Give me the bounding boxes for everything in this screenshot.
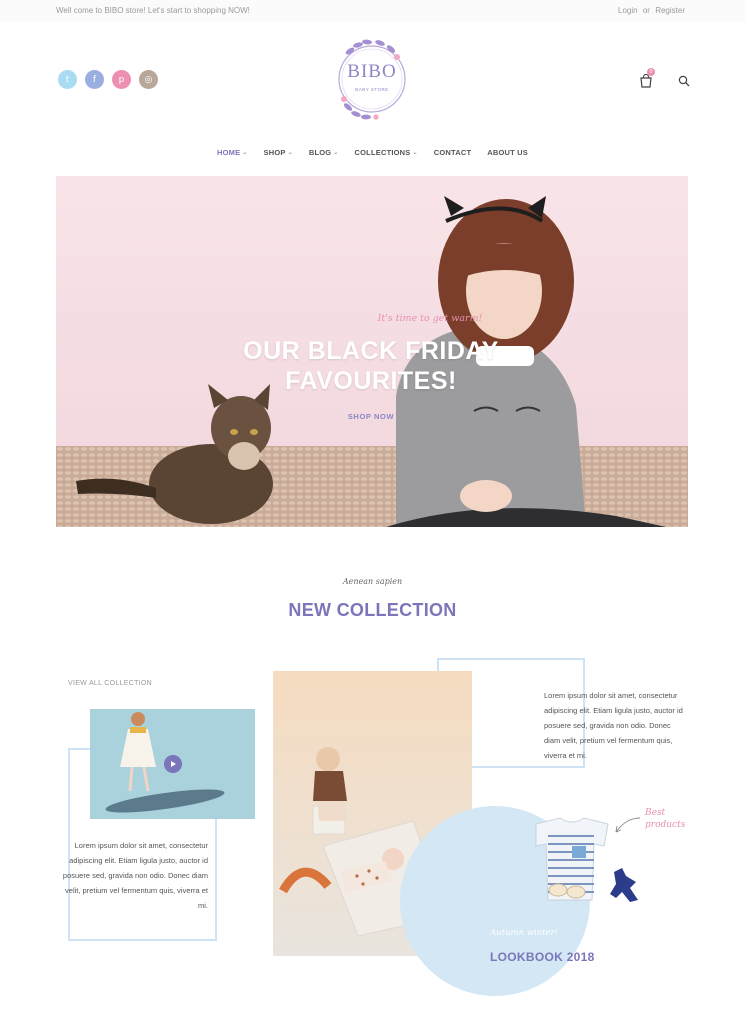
hero-title-line-2: FAVOURITES! (285, 367, 457, 395)
shopping-bag-icon[interactable] (639, 74, 653, 88)
collection-title: NEW COLLECTION (288, 600, 457, 620)
play-button[interactable] (164, 755, 182, 773)
twitter-icon[interactable]: t (58, 70, 77, 89)
social-links: t f p ◎ (58, 70, 158, 89)
store-logo[interactable]: BIBO BABY STORE (336, 37, 408, 121)
chevron-down-icon: ⌄ (287, 150, 293, 156)
logo-title: BIBO (347, 61, 397, 82)
nav-label: ABOUT US (487, 148, 529, 157)
top-bar: Well come to BIBO store! Let's start to … (0, 0, 745, 22)
hero-banner: It's time to get warm! OUR BLACK FRIDAY … (56, 176, 688, 527)
best-products-line-2: products (645, 820, 686, 830)
logo-subtitle: BABY STORE (355, 87, 389, 92)
login-link[interactable]: Login (618, 6, 638, 15)
nav-item-about-us[interactable]: ABOUT US (487, 148, 528, 157)
shop-now-button[interactable]: SHOP NOW (336, 412, 406, 421)
nav-item-collections[interactable]: COLLECTIONS ⌄ (355, 148, 418, 157)
hero-tagline: It's time to get warm! (377, 313, 483, 324)
main-navigation: HOME ⌄ SHOP ⌄ BLOG ⌄ COLLECTIONS ⌄ CONTACT A… (0, 148, 745, 157)
facebook-icon[interactable]: f (85, 70, 104, 89)
nav-item-shop[interactable]: SHOP ⌄ (264, 148, 293, 157)
nav-label: CONTACT (433, 148, 472, 157)
auth-links: Login or Register (615, 6, 685, 15)
search-icon[interactable] (678, 75, 690, 87)
nav-label: SHOP (263, 148, 286, 157)
chevron-down-icon: ⌄ (412, 150, 418, 156)
nav-item-blog[interactable]: BLOG ⌄ (309, 148, 339, 157)
nav-item-contact[interactable]: CONTACT (434, 148, 472, 157)
play-icon (171, 761, 176, 767)
best-products-line-1: Best (645, 808, 666, 818)
best-products-label: Best products (645, 807, 685, 831)
nav-item-home[interactable]: HOME ⌄ (217, 148, 248, 157)
hero-title-line-1: OUR BLACK FRIDAY (243, 337, 499, 365)
nav-label: COLLECTIONS (354, 148, 411, 157)
register-link[interactable]: Register (655, 6, 685, 15)
chevron-down-icon: ⌄ (242, 150, 248, 156)
right-collection-text: Lorem ipsum dolor sit amet, consectetur … (544, 691, 683, 760)
instagram-icon[interactable]: ◎ (139, 70, 158, 89)
nav-label: HOME (216, 148, 241, 157)
welcome-message: Well come to BIBO store! Let's start to … (56, 6, 250, 15)
view-all-collection-link[interactable]: VIEW ALL COLLECTION (68, 680, 152, 687)
cart-count-badge: 0 (647, 68, 655, 76)
auth-separator: or (642, 6, 650, 15)
video-thumbnail[interactable] (90, 709, 255, 819)
chevron-down-icon: ⌄ (333, 150, 339, 156)
pinterest-icon[interactable]: p (112, 70, 131, 89)
nav-label: BLOG (308, 148, 332, 157)
lookbook-title[interactable]: LOOKBOOK 2018 (490, 950, 595, 964)
left-collection-text: Lorem ipsum dolor sit amet, consectetur … (62, 841, 208, 910)
curved-arrow-icon (615, 817, 641, 833)
hero-title: OUR BLACK FRIDAY FAVOURITES! (176, 336, 566, 396)
lookbook-script: Autumn winter! (490, 928, 559, 938)
collection-script-subtitle: Aenean sapien (342, 577, 403, 586)
